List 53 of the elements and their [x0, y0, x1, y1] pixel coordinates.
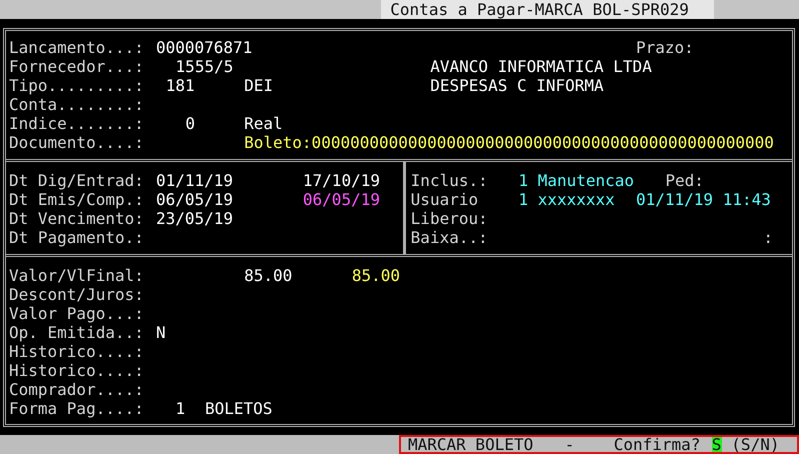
field-value: 85.00 — [244, 266, 294, 285]
field-label: Liberou: — [410, 209, 489, 228]
field-label: Dt Dig/Entrad: — [9, 171, 145, 190]
status-message: MARCAR BOLETO — [408, 437, 534, 452]
field-value: 1 xxxxxxxx — [518, 190, 616, 209]
field-label: Ped: — [665, 171, 705, 190]
field-label: Baixa..: — [410, 228, 489, 247]
field-label: Op. Emitida..: — [9, 323, 145, 342]
field-label: Descont/Juros: — [9, 285, 145, 304]
answer-field[interactable]: S — [712, 437, 722, 452]
field-value: N — [156, 323, 166, 342]
field-value: 06/05/19 — [156, 190, 234, 209]
field-label: Forma Pag....: — [9, 399, 145, 418]
field-value: 17/10/19 — [302, 171, 381, 190]
field-value: DEI — [244, 76, 274, 95]
field-value: Real — [244, 114, 284, 133]
field-value: DESPESAS C INFORMA — [430, 76, 605, 95]
field-value: 01/11/19 — [156, 171, 234, 190]
field-label: Valor Pago...: — [9, 304, 145, 323]
field-label: Lancamento...: — [9, 38, 145, 57]
field-value: 01/11/19 11:43 — [636, 190, 772, 209]
window-title: Contas a Pagar-MARCA BOL-SPR029 — [381, 0, 714, 19]
field-label: Conta........: — [9, 95, 145, 114]
field-value: Boleto:000000000000000000000000000000000000000000000000 — [244, 133, 775, 152]
field-label: Dt Emis/Comp.: — [9, 190, 145, 209]
status-separator: - — [564, 437, 575, 452]
answer-options: (S/N) — [731, 437, 780, 452]
field-label: Indice.......: — [9, 114, 145, 133]
field-label: Historico....: — [9, 342, 145, 361]
field-value: 06/05/19 — [302, 190, 381, 209]
field-value: 0000076871 — [156, 38, 254, 57]
field-value: AVANCO INFORMATICA LTDA — [430, 57, 653, 76]
field-value: 1 — [176, 399, 186, 418]
field-label: Valor/VlFinal: — [9, 266, 145, 285]
field-label: Inclus.: — [410, 171, 489, 190]
field-label: Comprador....: — [9, 380, 145, 399]
confirm-prompt: Confirma? — [614, 437, 702, 452]
field-value: 1555/5 — [176, 57, 234, 76]
field-value: 23/05/19 — [156, 209, 234, 228]
field-label: Fornecedor...: — [9, 57, 145, 76]
field-value: 1 Manutencao — [518, 171, 636, 190]
field-label: Dt Pagamento.: — [9, 228, 145, 247]
field-value: 181 — [166, 76, 196, 95]
field-value: BOLETOS — [204, 399, 274, 418]
field-label: Historico....: — [9, 361, 145, 380]
field-label: Usuario — [410, 190, 480, 209]
field-label: Prazo: — [636, 38, 695, 57]
field-label: : — [763, 228, 774, 247]
field-label: Documento....: — [9, 133, 145, 152]
field-label: Tipo.........: — [9, 76, 145, 95]
field-label: Dt Vencimento: — [9, 209, 145, 228]
field-value: 0 — [185, 114, 196, 133]
field-value: 85.00 — [352, 266, 401, 285]
